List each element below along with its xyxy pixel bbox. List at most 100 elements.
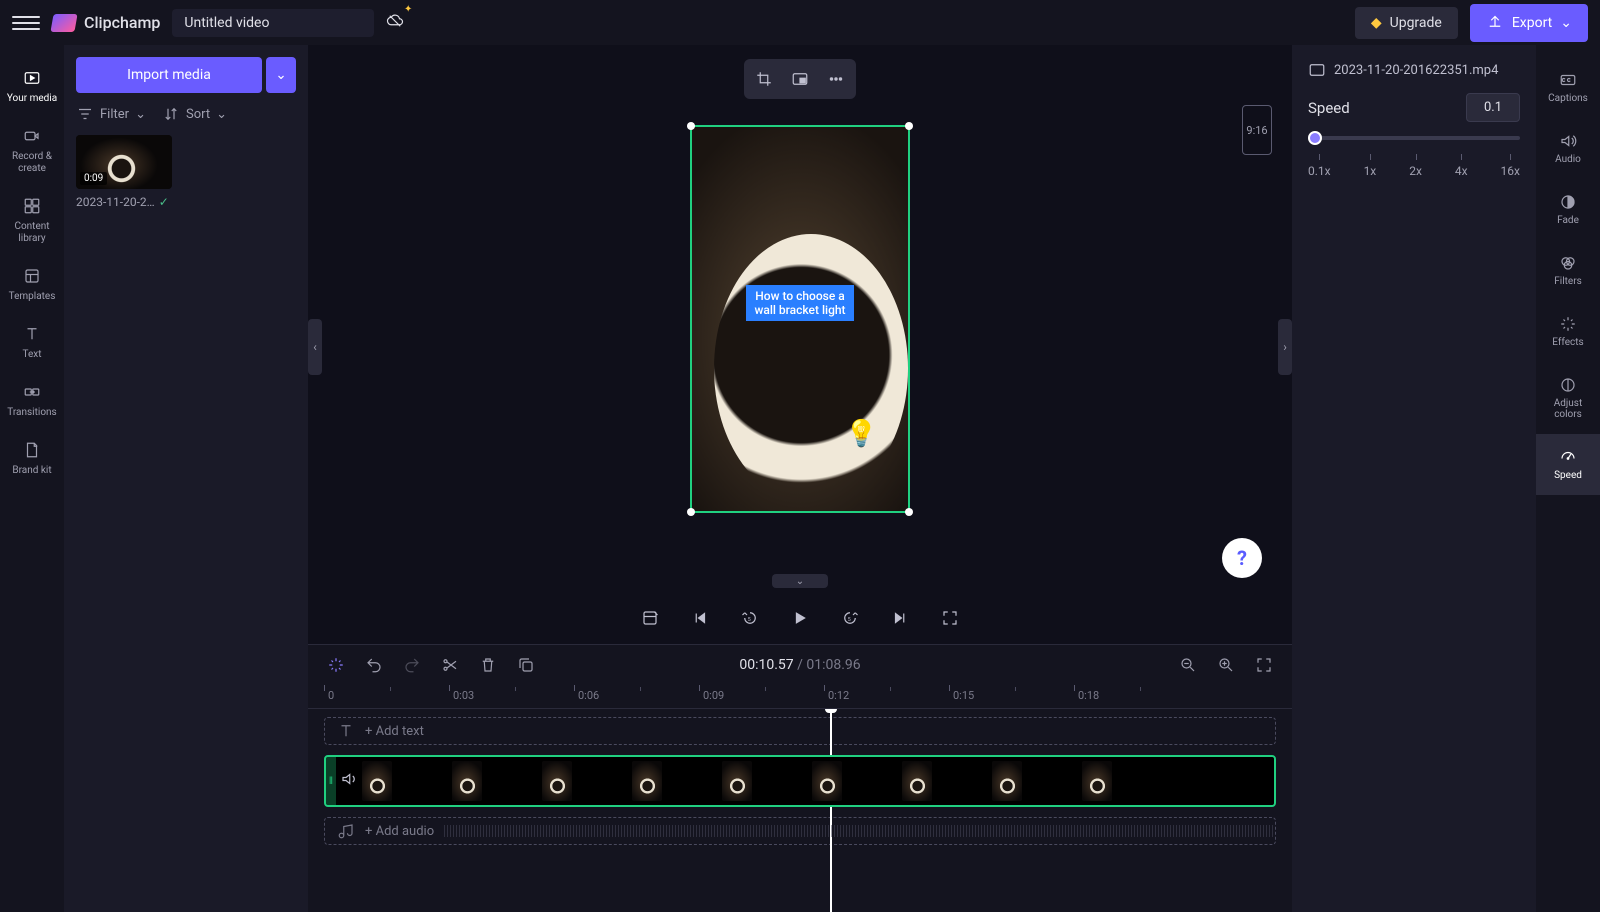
redo-button[interactable] — [400, 653, 424, 677]
more-options-button[interactable] — [820, 63, 852, 95]
timeline: 00:10.57 / 01:08.96 0 0:03 0:06 0:09 0 — [308, 644, 1292, 912]
clip-duration: 0:09 — [80, 172, 107, 185]
speed-input[interactable] — [1466, 93, 1520, 122]
speed-tick-labels: 0.1x 1x 2x 4x 16x — [1308, 164, 1520, 178]
media-icon — [21, 67, 43, 89]
aspect-ratio-selector[interactable]: 9:16 — [1242, 105, 1272, 155]
project-title-input[interactable] — [172, 9, 374, 37]
playhead[interactable] — [830, 709, 832, 912]
audio-waveform — [444, 825, 1275, 837]
clip-thumbnail: 0:09 — [76, 135, 172, 189]
sort-button[interactable]: Sort ⌄ — [162, 105, 227, 123]
zoom-out-button[interactable] — [1176, 653, 1200, 677]
preview-toolbar — [744, 59, 856, 99]
audio-track[interactable]: + Add audio — [324, 817, 1276, 845]
play-button[interactable] — [784, 602, 816, 634]
import-media-button[interactable]: Import media — [76, 57, 262, 93]
color-grab-button[interactable] — [634, 602, 666, 634]
help-button[interactable]: ? — [1222, 538, 1262, 578]
rightnav: Captions Audio Fade Filters Effects Adju… — [1536, 45, 1600, 912]
properties-panel: 2023-11-20-201622351.mp4 Speed 0.1x 1x 2… — [1292, 45, 1536, 912]
resize-handle-bl[interactable] — [687, 508, 695, 516]
tab-fade[interactable]: Fade — [1536, 179, 1600, 240]
filter-button[interactable]: Filter ⌄ — [76, 105, 146, 123]
chevron-down-icon: ⌄ — [216, 107, 227, 122]
text-icon — [337, 722, 355, 740]
duplicate-button[interactable] — [514, 653, 538, 677]
collapse-left-panel[interactable]: ‹ — [308, 319, 322, 375]
upload-icon — [1486, 12, 1504, 34]
resize-handle-tl[interactable] — [687, 122, 695, 130]
timeline-tracks: + Add text ‖ + Add audio — [308, 709, 1292, 912]
tab-effects[interactable]: Effects — [1536, 301, 1600, 362]
delete-button[interactable] — [476, 653, 500, 677]
app-logo[interactable]: Clipchamp — [52, 13, 160, 32]
rewind-5s-button[interactable]: 5 — [734, 602, 766, 634]
media-clip[interactable]: 0:09 2023-11-20-2… ✓ — [76, 135, 172, 209]
cloud-sync-icon[interactable] — [386, 12, 404, 34]
fade-icon — [1559, 193, 1577, 211]
leftnav: Your media Record & create Content libra… — [0, 45, 64, 912]
tab-speed[interactable]: Speed — [1536, 434, 1600, 495]
upgrade-button[interactable]: ◆ Upgrade — [1355, 7, 1458, 39]
sort-icon — [162, 105, 180, 123]
tab-audio[interactable]: Audio — [1536, 118, 1600, 179]
filters-icon — [1559, 254, 1577, 272]
nav-content-library[interactable]: Content library — [0, 185, 64, 255]
zoom-fit-button[interactable] — [1252, 653, 1276, 677]
split-button[interactable] — [438, 653, 462, 677]
media-panel: Import media ⌄ Filter ⌄ Sort ⌄ 0:09 2023… — [64, 45, 308, 912]
undo-button[interactable] — [362, 653, 386, 677]
ai-sparkle-button[interactable] — [324, 653, 348, 677]
pip-button[interactable] — [784, 63, 816, 95]
collapse-right-panel[interactable]: › — [1278, 319, 1292, 375]
chevron-down-icon: ⌄ — [1560, 15, 1572, 31]
nav-text[interactable]: Text — [0, 313, 64, 371]
app-name: Clipchamp — [84, 13, 160, 32]
timeline-ruler[interactable]: 0 0:03 0:06 0:09 0:12 0:15 0:18 — [308, 685, 1292, 709]
video-track[interactable]: ‖ — [324, 755, 1276, 807]
tab-filters[interactable]: Filters — [1536, 240, 1600, 301]
diamond-icon: ◆ — [1371, 15, 1382, 31]
current-time: 00:10.57 — [739, 657, 793, 673]
crop-button[interactable] — [748, 63, 780, 95]
skip-back-button[interactable] — [684, 602, 716, 634]
export-button[interactable]: Export ⌄ — [1470, 4, 1588, 42]
resize-handle-br[interactable] — [905, 508, 913, 516]
upgrade-label: Upgrade — [1390, 15, 1442, 31]
fullscreen-button[interactable] — [934, 602, 966, 634]
clip-trim-handle[interactable]: ‖ — [326, 757, 336, 805]
clipchamp-icon — [50, 14, 77, 32]
clip-name: 2023-11-20-2… — [76, 195, 155, 209]
brand-kit-icon — [21, 439, 43, 461]
nav-brand-kit[interactable]: Brand kit — [0, 429, 64, 487]
speed-slider-thumb[interactable] — [1308, 131, 1322, 145]
playback-controls: 5 5 — [308, 592, 1292, 644]
library-icon — [21, 195, 43, 217]
adjust-colors-icon — [1559, 376, 1577, 394]
speed-slider[interactable] — [1308, 136, 1520, 140]
tab-adjust-colors[interactable]: Adjust colors — [1536, 362, 1600, 434]
skip-forward-button[interactable] — [884, 602, 916, 634]
nav-templates[interactable]: Templates — [0, 255, 64, 313]
timeline-time: 00:10.57 / 01:08.96 — [739, 657, 860, 673]
collapse-timeline[interactable]: ⌄ — [772, 574, 828, 588]
svg-text:5: 5 — [748, 617, 751, 623]
lightbulb-sticker: 💡 — [845, 419, 877, 449]
clip-audio-icon[interactable] — [340, 770, 358, 792]
resize-handle-tr[interactable] — [905, 122, 913, 130]
hamburger-menu[interactable] — [12, 9, 40, 37]
nav-your-media[interactable]: Your media — [0, 57, 64, 115]
tab-captions[interactable]: Captions — [1536, 57, 1600, 118]
forward-5s-button[interactable]: 5 — [834, 602, 866, 634]
preview-frame[interactable]: How to choose a wall bracket light 💡 — [690, 125, 910, 513]
nav-transitions[interactable]: Transitions — [0, 371, 64, 429]
audio-icon — [1559, 132, 1577, 150]
text-track[interactable]: + Add text — [324, 717, 1276, 745]
nav-record-create[interactable]: Record & create — [0, 115, 64, 185]
text-icon — [21, 323, 43, 345]
timeline-toolbar: 00:10.57 / 01:08.96 — [308, 645, 1292, 685]
zoom-in-button[interactable] — [1214, 653, 1238, 677]
import-dropdown[interactable]: ⌄ — [266, 57, 296, 93]
captions-icon — [1559, 71, 1577, 89]
